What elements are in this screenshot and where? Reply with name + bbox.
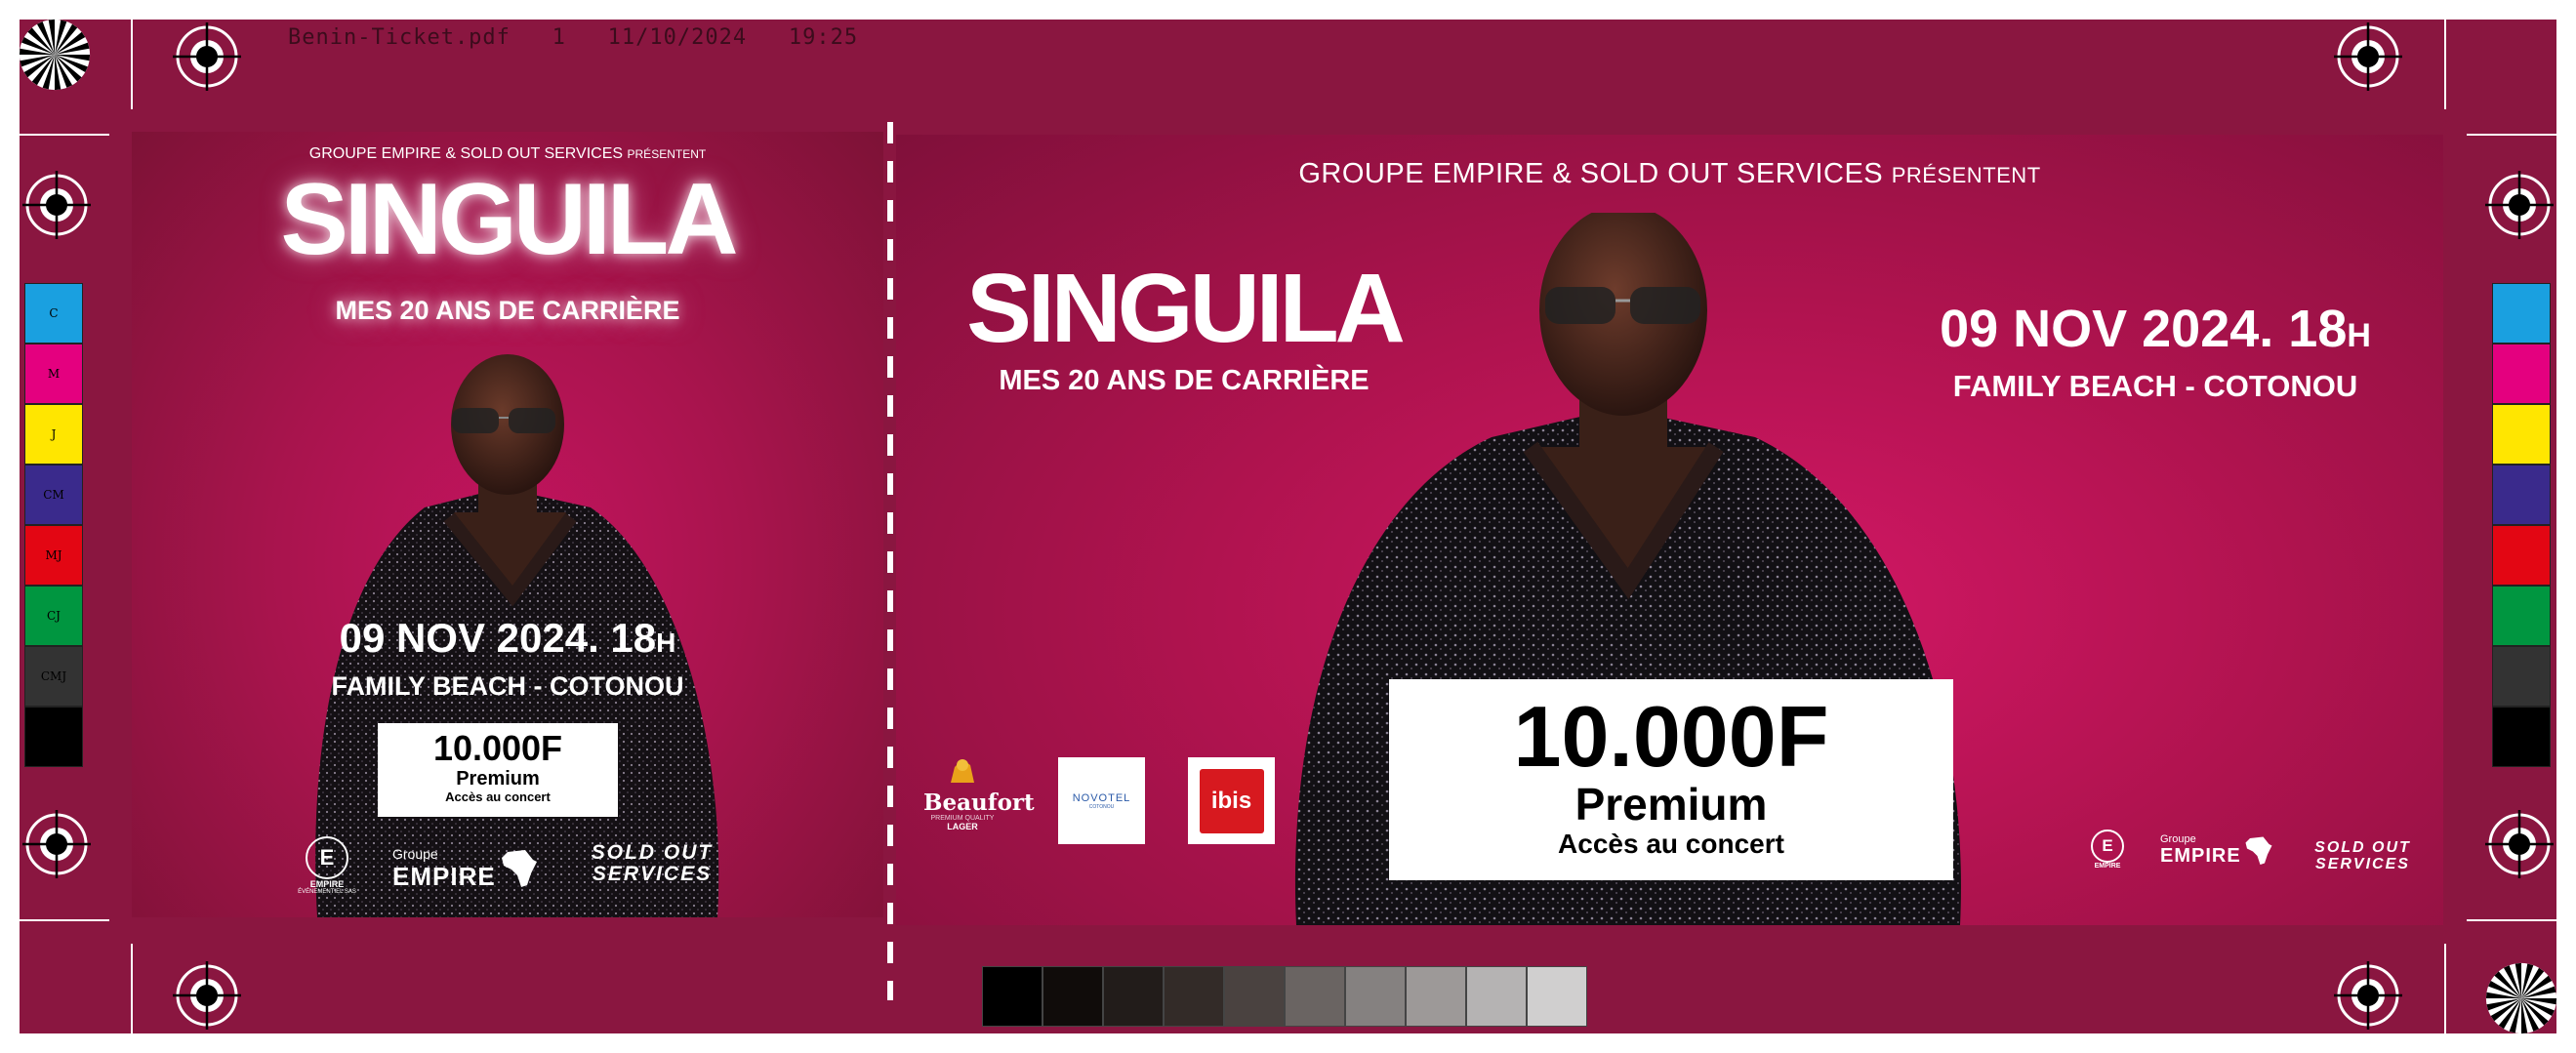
starburst-target-icon [2485, 962, 2557, 1034]
crop-mark [2467, 134, 2576, 136]
swatch-magenta [2492, 344, 2551, 404]
stub-tier: Premium [456, 768, 540, 790]
main-date: 09 NOV 2024. 18H [1940, 300, 2371, 358]
gray-step [1164, 966, 1224, 1027]
ticket-main: GROUPE EMPIRE & SOLD OUT SERVICES PRÉSEN… [896, 135, 2443, 925]
swatch-cm: CM [24, 465, 83, 525]
africa-map-icon [2245, 836, 2272, 865]
registration-mark-icon [2334, 961, 2402, 1030]
swatch-mj: MJ [24, 525, 83, 586]
stub-price-box: 10.000F Premium Accès au concert [378, 723, 618, 817]
swatch-cyan: C [24, 283, 83, 344]
main-price: 10.000F [1513, 688, 1829, 785]
main-venue: FAMILY BEACH - COTONOU [1952, 369, 2358, 403]
stub-artist-logo: SINGUILA [280, 163, 739, 276]
stub-tagline: MES 20 ANS DE CARRIÈRE [335, 296, 680, 325]
swatch-cm [2492, 465, 2551, 525]
perforation-line [887, 122, 893, 1000]
stub-presenters: GROUPE EMPIRE & SOLD OUT SERVICES PRÉSEN… [132, 145, 883, 163]
gray-step [1103, 966, 1164, 1027]
registration-mark-icon [22, 810, 91, 878]
swatch-mj [2492, 525, 2551, 586]
main-sold-out-logo: SOLD OUT SERVICES [2314, 839, 2411, 872]
swatch-black [2492, 707, 2551, 767]
registration-mark-icon [2334, 22, 2402, 91]
lion-icon [951, 759, 974, 783]
grayscale-strip [982, 966, 1587, 1027]
novotel-logo: NOVOTEL COTONOU [1058, 757, 1145, 844]
crop-mark [2444, 0, 2446, 109]
main-artist-logo: SINGUILA [966, 254, 1406, 363]
main-presenters: GROUPE EMPIRE & SOLD OUT SERVICES PRÉSEN… [896, 158, 2443, 190]
gray-step [1527, 966, 1587, 1027]
stub-presenters-text: GROUPE EMPIRE & SOLD OUT SERVICES [308, 145, 624, 162]
color-bar-left: C M J CM MJ CJ CMJ [24, 283, 83, 767]
main-tier: Premium [1574, 779, 1768, 830]
registration-mark-icon [173, 961, 241, 1030]
registration-mark-icon [2485, 810, 2554, 878]
gray-step [1224, 966, 1285, 1027]
swatch-black [24, 707, 83, 767]
gray-step [1466, 966, 1527, 1027]
stub-empire-evenementiel-logo: E EMPIRE ÉVÉNEMENTIEL SAS [298, 836, 356, 895]
crop-mark [2444, 944, 2446, 1053]
gray-step [1043, 966, 1103, 1027]
main-empire-evenementiel-logo: E EMPIRE [2083, 830, 2132, 870]
africa-map-icon [502, 850, 537, 887]
gray-step [982, 966, 1043, 1027]
crop-mark [131, 944, 133, 1053]
stub-price: 10.000F [432, 728, 563, 768]
swatch-yellow [2492, 404, 2551, 465]
gray-step [1345, 966, 1406, 1027]
beaufort-logo: Beaufort PREMIUM QUALITY LAGER [923, 753, 1035, 831]
stub-venue: FAMILY BEACH - COTONOU [331, 671, 684, 701]
starburst-target-icon [19, 19, 91, 91]
registration-mark-icon [2485, 171, 2554, 239]
registration-mark-icon [173, 22, 241, 91]
main-tagline: MES 20 ANS DE CARRIÈRE [999, 365, 1370, 396]
print-slug: Benin-Ticket.pdf 1 11/10/2024 19:25 [288, 25, 859, 50]
ticket-stub: GROUPE EMPIRE & SOLD OUT SERVICES PRÉSEN… [132, 132, 883, 917]
swatch-magenta: M [24, 344, 83, 404]
gray-step [1406, 966, 1466, 1027]
main-access: Accès au concert [1558, 829, 1784, 859]
crop-mark [131, 0, 133, 109]
swatch-cmj: CMJ [24, 646, 83, 707]
main-price-box: 10.000F Premium Accès au concert [1389, 679, 1953, 880]
stub-presents-word: PRÉSENTENT [627, 147, 707, 161]
swatch-cyan [2492, 283, 2551, 344]
stub-sold-out-logo: SOLD OUT SERVICES [591, 841, 714, 885]
main-presenters-text: GROUPE EMPIRE & SOLD OUT SERVICES [1298, 158, 1884, 189]
crop-mark [2467, 919, 2576, 921]
swatch-cj [2492, 586, 2551, 646]
swatch-cmj [2492, 646, 2551, 707]
gray-step [1285, 966, 1345, 1027]
swatch-cj: CJ [24, 586, 83, 646]
registration-mark-icon [22, 171, 91, 239]
stub-groupe-empire-logo: Groupe EMPIRE [392, 846, 539, 892]
swatch-yellow: J [24, 404, 83, 465]
stub-date: 09 NOV 2024. 18H [339, 615, 676, 661]
crop-mark [0, 134, 109, 136]
ibis-logo: ibis [1188, 757, 1275, 844]
main-presents-word: PRÉSENTENT [1891, 163, 2041, 187]
color-bar-right [2492, 283, 2551, 767]
stub-access: Accès au concert [445, 790, 551, 804]
crop-mark [0, 919, 109, 921]
main-groupe-empire-logo: Groupe EMPIRE [2160, 833, 2277, 868]
